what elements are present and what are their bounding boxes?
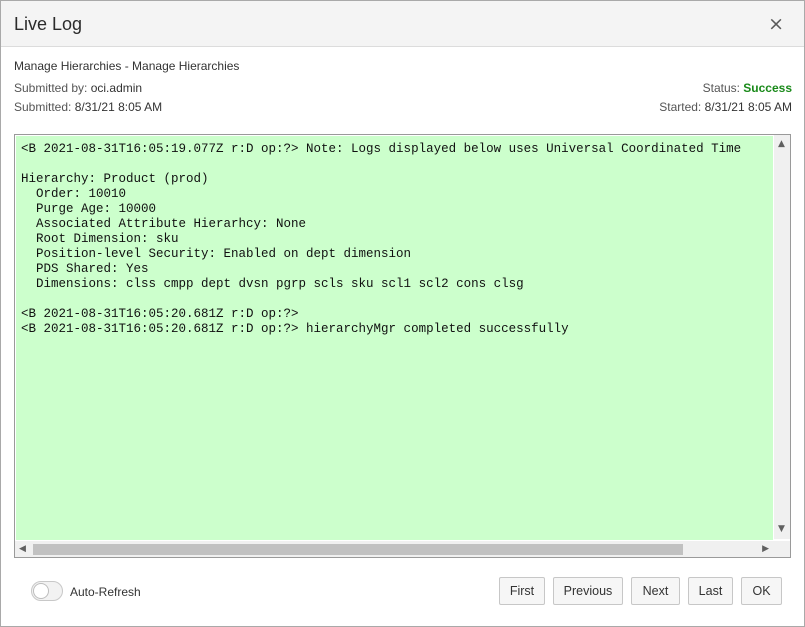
ok-button[interactable]: OK xyxy=(741,577,782,605)
horizontal-scroll-thumb[interactable] xyxy=(33,544,683,555)
scroll-left-icon[interactable]: ◀ xyxy=(19,544,26,554)
submitted-by-value: oci.admin xyxy=(90,81,143,95)
vertical-scrollbar[interactable]: ▲ ▼ xyxy=(774,135,790,539)
previous-button[interactable]: Previous xyxy=(553,577,623,605)
toggle-knob xyxy=(33,583,49,599)
last-button[interactable]: Last xyxy=(688,577,733,605)
status-badge: Success xyxy=(743,81,792,95)
scrollbar-corner xyxy=(774,541,790,557)
log-text-area[interactable]: <B 2021-08-31T16:05:19.077Z r:D op:?> No… xyxy=(16,136,773,540)
submitted-by: Submitted by: oci.admin xyxy=(14,81,142,95)
status-label: Status: xyxy=(702,81,744,95)
status: Status: Success xyxy=(703,81,792,95)
auto-refresh-label: Auto-Refresh xyxy=(70,585,141,599)
next-button[interactable]: Next xyxy=(631,577,680,605)
submitted-by-label: Submitted by: xyxy=(14,81,91,95)
horizontal-scrollbar[interactable]: ◀ ▶ xyxy=(15,541,774,557)
scroll-down-icon[interactable]: ▼ xyxy=(778,524,785,534)
log-text: <B 2021-08-31T16:05:19.077Z r:D op:?> No… xyxy=(21,142,742,336)
close-icon[interactable]: × xyxy=(768,14,784,34)
submitted-value: 8/31/21 8:05 AM xyxy=(74,100,163,114)
dialog-header: Live Log × xyxy=(1,1,804,47)
live-log-dialog: Live Log × Manage Hierarchies - Manage H… xyxy=(0,0,805,627)
scroll-right-icon[interactable]: ▶ xyxy=(762,544,769,554)
log-panel: <B 2021-08-31T16:05:19.077Z r:D op:?> No… xyxy=(14,134,791,558)
started-time: Started: 8/31/21 8:05 AM xyxy=(659,100,792,114)
dialog-title: Live Log xyxy=(14,14,83,34)
scroll-up-icon[interactable]: ▲ xyxy=(778,139,785,149)
first-button[interactable]: First xyxy=(499,577,545,605)
auto-refresh-toggle[interactable] xyxy=(31,581,63,601)
started-value: 8/31/21 8:05 AM xyxy=(704,100,792,114)
submitted-label: Submitted: xyxy=(14,100,75,114)
submitted-time: Submitted: 8/31/21 8:05 AM xyxy=(14,100,162,114)
started-label: Started: xyxy=(659,100,705,114)
job-title: Manage Hierarchies - Manage Hierarchies xyxy=(14,59,240,73)
